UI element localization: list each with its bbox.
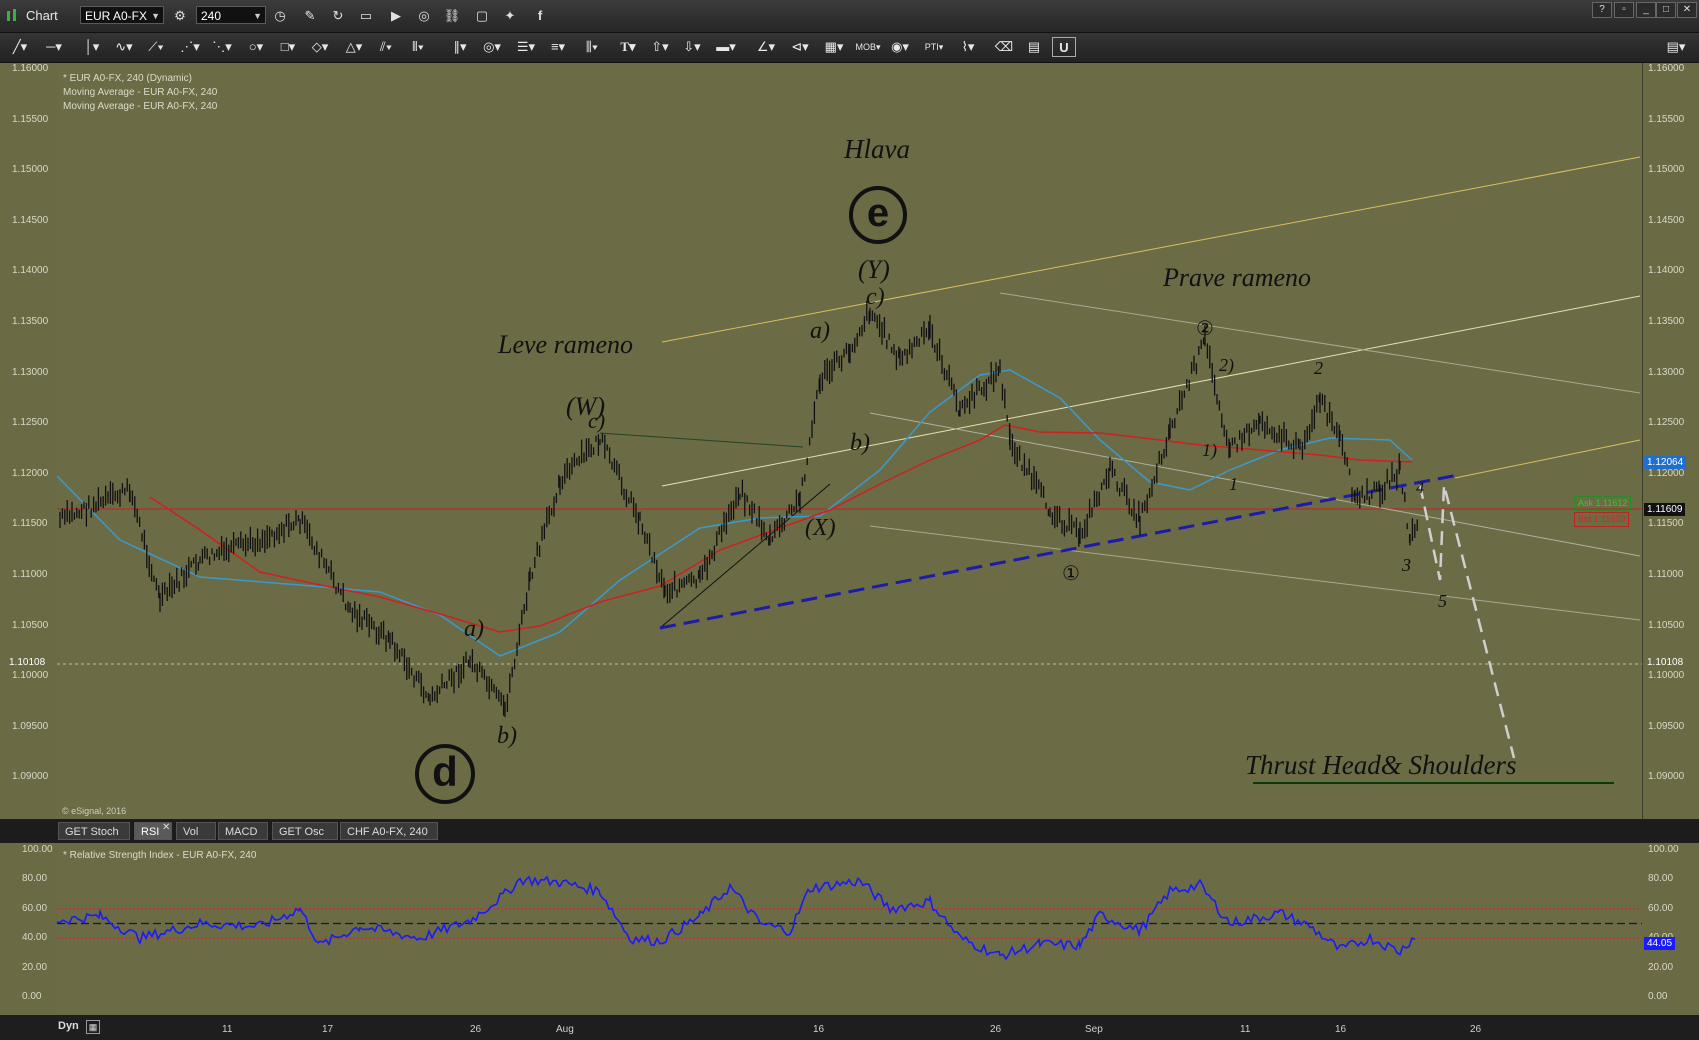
- time-axis-label: 26: [990, 1024, 1002, 1035]
- time-axis-label: 26: [1470, 1024, 1482, 1035]
- time-axis-label: 11: [1240, 1024, 1251, 1035]
- calendar-icon[interactable]: ▦: [86, 1020, 100, 1034]
- time-axis-label: 26: [470, 1024, 482, 1035]
- time-axis-label: 16: [1335, 1024, 1347, 1035]
- time-axis: [0, 1015, 1699, 1040]
- rsi-chart-drawing: [56, 875, 1642, 961]
- dynamic-mode-label[interactable]: Dyn: [58, 1020, 79, 1032]
- time-axis-label: Sep: [1085, 1024, 1103, 1035]
- time-axis-label: Aug: [556, 1024, 574, 1035]
- time-axis-label: 17: [322, 1024, 334, 1035]
- rsi-value-tag: 44.05: [1644, 937, 1676, 950]
- time-axis-label: 11: [222, 1024, 233, 1035]
- rsi-line: [56, 875, 1416, 961]
- time-axis-label: 16: [813, 1024, 825, 1035]
